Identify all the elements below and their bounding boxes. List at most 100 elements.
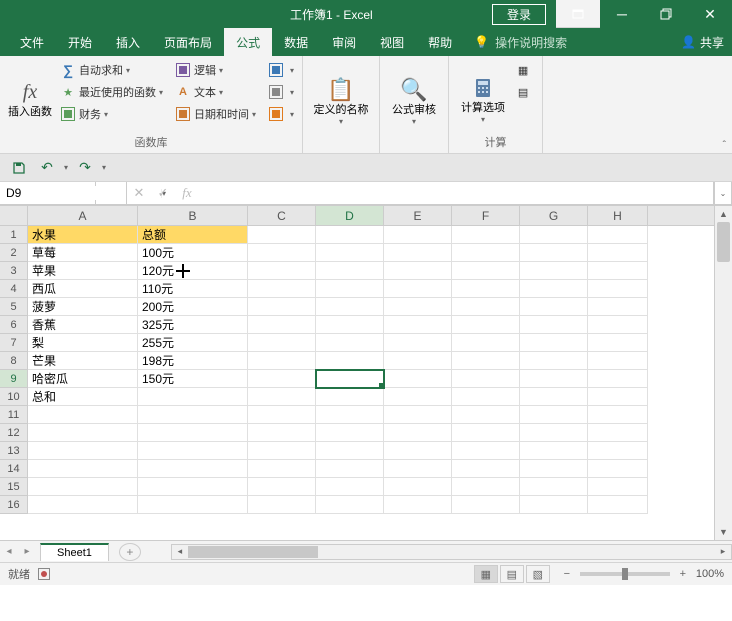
cell[interactable] <box>452 280 520 298</box>
scroll-down-button[interactable]: ▼ <box>715 524 732 540</box>
cell[interactable] <box>248 496 316 514</box>
cell[interactable] <box>248 406 316 424</box>
cell[interactable] <box>588 424 648 442</box>
row-header[interactable]: 6 <box>0 316 28 334</box>
cell[interactable] <box>384 370 452 388</box>
cell[interactable] <box>28 442 138 460</box>
calculate-sheet-button[interactable]: ▤ <box>513 81 536 103</box>
zoom-slider[interactable] <box>580 572 670 576</box>
cell[interactable]: 150元 <box>138 370 248 388</box>
vscroll-thumb[interactable] <box>717 222 730 262</box>
cell[interactable]: 120元 <box>138 262 248 280</box>
cell[interactable]: 200元 <box>138 298 248 316</box>
zoom-in-button[interactable]: + <box>676 567 690 581</box>
cell[interactable]: 香蕉 <box>28 316 138 334</box>
cell[interactable] <box>384 280 452 298</box>
calculate-now-button[interactable]: ▦ <box>513 59 536 81</box>
cell[interactable] <box>520 244 588 262</box>
cell[interactable]: 100元 <box>138 244 248 262</box>
cell[interactable] <box>452 334 520 352</box>
cell[interactable] <box>384 496 452 514</box>
cell[interactable] <box>248 442 316 460</box>
share-button[interactable]: 👤共享 <box>681 28 724 56</box>
formula-input[interactable] <box>199 182 714 205</box>
cell[interactable] <box>588 280 648 298</box>
cell[interactable] <box>452 424 520 442</box>
row-header[interactable]: 5 <box>0 298 28 316</box>
cell[interactable]: 菠萝 <box>28 298 138 316</box>
cell[interactable] <box>384 442 452 460</box>
redo-button[interactable]: ↷ <box>74 157 96 179</box>
column-header-C[interactable]: C <box>248 206 316 225</box>
chevron-down-icon[interactable]: ▾ <box>64 163 68 172</box>
row-header[interactable]: 1 <box>0 226 28 244</box>
tab-scroll-left[interactable]: ◂ <box>0 546 18 557</box>
cell[interactable] <box>452 370 520 388</box>
cell[interactable] <box>588 406 648 424</box>
cell[interactable] <box>316 262 384 280</box>
cancel-formula-button[interactable]: ✕ <box>127 185 151 201</box>
hscroll-thumb[interactable] <box>188 546 318 558</box>
cell[interactable] <box>316 316 384 334</box>
cell[interactable] <box>588 226 648 244</box>
new-sheet-button[interactable]: + <box>119 543 141 561</box>
row-header[interactable]: 10 <box>0 388 28 406</box>
cell[interactable] <box>588 442 648 460</box>
cell[interactable] <box>248 244 316 262</box>
cell[interactable] <box>28 406 138 424</box>
formula-auditing-button[interactable]: 🔍 公式审核 ▾ <box>386 59 442 138</box>
lookup-reference-button[interactable]: ▾ <box>266 59 296 81</box>
financial-button[interactable]: 财务▾ <box>58 103 165 125</box>
menu-tab-帮助[interactable]: 帮助 <box>416 28 464 56</box>
cell[interactable] <box>520 406 588 424</box>
cell[interactable] <box>248 478 316 496</box>
recently-used-button[interactable]: ★最近使用的函数▾ <box>58 81 165 103</box>
cell[interactable]: 梨 <box>28 334 138 352</box>
column-header-D[interactable]: D <box>316 206 384 225</box>
grid-rows[interactable]: 1水果总额2草莓100元3苹果120元4西瓜110元5菠萝200元6香蕉325元… <box>0 226 714 540</box>
expand-formula-bar-button[interactable]: ⌄ <box>714 182 732 205</box>
chevron-down-icon[interactable]: ▾ <box>102 163 106 172</box>
cell[interactable] <box>316 334 384 352</box>
cell[interactable]: 255元 <box>138 334 248 352</box>
cell[interactable] <box>316 370 384 388</box>
select-all-corner[interactable] <box>0 206 28 225</box>
cell[interactable] <box>588 370 648 388</box>
cell[interactable] <box>588 478 648 496</box>
cell[interactable] <box>588 244 648 262</box>
ribbon-display-options-button[interactable] <box>556 0 600 28</box>
cell[interactable] <box>316 388 384 406</box>
row-header[interactable]: 12 <box>0 424 28 442</box>
text-button[interactable]: A文本▾ <box>173 81 258 103</box>
cell[interactable] <box>588 316 648 334</box>
cell[interactable] <box>28 424 138 442</box>
zoom-level[interactable]: 100% <box>696 568 724 580</box>
cell[interactable] <box>520 442 588 460</box>
cell[interactable] <box>588 496 648 514</box>
cell[interactable] <box>248 424 316 442</box>
cell[interactable]: 325元 <box>138 316 248 334</box>
cell[interactable] <box>28 496 138 514</box>
cell[interactable] <box>588 388 648 406</box>
cell[interactable] <box>248 262 316 280</box>
cell[interactable] <box>316 478 384 496</box>
row-header[interactable]: 16 <box>0 496 28 514</box>
cell[interactable] <box>384 226 452 244</box>
cell[interactable] <box>520 226 588 244</box>
cell[interactable] <box>316 496 384 514</box>
cell[interactable] <box>384 298 452 316</box>
cell[interactable] <box>588 460 648 478</box>
cell[interactable] <box>248 226 316 244</box>
column-header-H[interactable]: H <box>588 206 648 225</box>
name-box[interactable]: ▾ <box>0 182 96 205</box>
cell[interactable] <box>452 460 520 478</box>
vertical-scrollbar[interactable]: ▲ ▼ <box>714 206 732 540</box>
cell[interactable] <box>588 352 648 370</box>
enter-formula-button[interactable]: ✓ <box>151 185 175 201</box>
cell[interactable] <box>316 406 384 424</box>
cell[interactable] <box>384 478 452 496</box>
column-header-E[interactable]: E <box>384 206 452 225</box>
cell[interactable] <box>384 388 452 406</box>
cell[interactable] <box>588 262 648 280</box>
cell[interactable] <box>520 460 588 478</box>
